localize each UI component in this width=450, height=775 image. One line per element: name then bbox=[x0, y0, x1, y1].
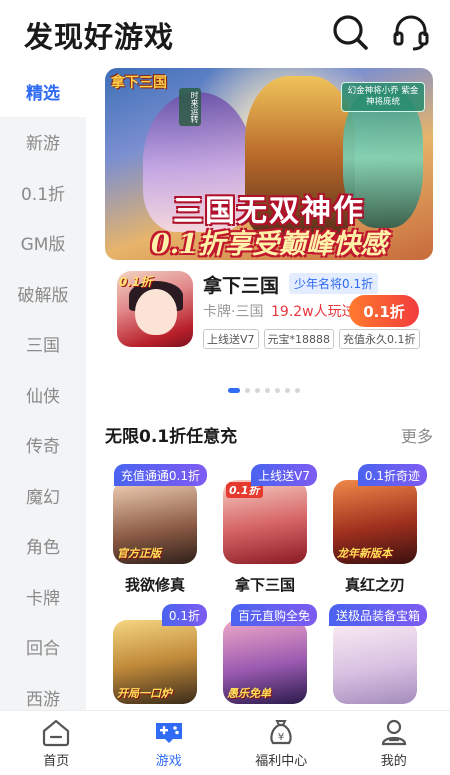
carousel-dot[interactable] bbox=[295, 388, 300, 393]
category-sidebar: 精选 新游 0.1折 GM版 破解版 三国 仙侠 传奇 魔幻 角色 卡牌 回合 … bbox=[0, 66, 86, 710]
sidebar-item-fantasy[interactable]: 魔幻 bbox=[0, 470, 86, 521]
featured-game-chips: 上线送V7 元宝*18888 充值永久0.1折 bbox=[203, 329, 420, 349]
icon-art-face bbox=[135, 289, 177, 335]
sidebar-item-card[interactable]: 卡牌 bbox=[0, 571, 86, 622]
nav-profile[interactable]: 我的 bbox=[338, 711, 450, 775]
game-cover: 开局一口炉 bbox=[113, 620, 197, 704]
banner-tag-left: 时来运转 bbox=[179, 88, 201, 126]
nav-home-label: 首页 bbox=[43, 754, 70, 769]
sidebar-item-journey-west[interactable]: 西游 bbox=[0, 672, 86, 710]
featured-game-genre: 卡牌·三国 bbox=[203, 304, 264, 320]
nav-welfare-label: 福利中心 bbox=[255, 754, 308, 769]
featured-discount-badge: 0.1折 bbox=[119, 275, 153, 289]
carousel-dot[interactable] bbox=[245, 388, 250, 393]
banner-tag-right: 幻金神将小乔 紫金神将庞统 bbox=[341, 82, 425, 112]
game-badge: 上线送V7 bbox=[251, 464, 317, 486]
header: 发现好游戏 bbox=[0, 0, 450, 66]
sidebar-item-gm[interactable]: GM版 bbox=[0, 218, 86, 269]
game-cover: 官方正版 bbox=[113, 480, 197, 564]
main-content: 拿下三国 时来运转 幻金神将小乔 紫金神将庞统 三国无双神作 0.1折享受巅峰快… bbox=[86, 66, 450, 710]
bottom-nav: 首页 游戏 ¥ 福利中心 我的 bbox=[0, 710, 450, 775]
sidebar-item-featured[interactable]: 精选 bbox=[0, 66, 86, 117]
game-name: 拿下三国 bbox=[234, 576, 295, 594]
cover-caption: 龙年新版本 bbox=[337, 547, 392, 560]
game-card[interactable]: 愚乐免单 百元直购全免 bbox=[213, 604, 317, 710]
carousel-dot[interactable] bbox=[265, 388, 270, 393]
game-cover: 愚乐免单 bbox=[223, 620, 307, 704]
featured-game-icon: 0.1折 bbox=[117, 271, 193, 347]
cover-caption: 官方正版 bbox=[117, 547, 161, 560]
section-more-link[interactable]: 更多 bbox=[401, 423, 433, 447]
carousel-dot[interactable] bbox=[275, 388, 280, 393]
carousel-dot[interactable] bbox=[255, 388, 260, 393]
sidebar-item-rpg[interactable]: 角色 bbox=[0, 521, 86, 572]
user-icon bbox=[381, 719, 406, 746]
sidebar-item-cracked[interactable]: 破解版 bbox=[0, 268, 86, 319]
featured-game-cta-button[interactable]: 0.1折 bbox=[349, 295, 419, 327]
featured-game[interactable]: 0.1折 拿下三国 少年名将0.1折 卡牌·三国 19.2w人玩过 0.1折 上… bbox=[117, 271, 435, 351]
featured-game-players: 19.2w人玩过 bbox=[271, 304, 356, 320]
page-title: 发现好游戏 bbox=[24, 20, 175, 54]
section-title: 无限0.1折任意充 bbox=[105, 427, 238, 447]
feature-chip: 充值永久0.1折 bbox=[339, 329, 420, 349]
nav-games-label: 游戏 bbox=[155, 754, 182, 769]
nav-games[interactable]: 游戏 bbox=[113, 711, 226, 775]
sidebar-item-xianxia[interactable]: 仙侠 bbox=[0, 369, 86, 420]
game-cover: 龙年新版本 bbox=[333, 480, 417, 564]
search-icon[interactable] bbox=[330, 12, 370, 52]
nav-profile-label: 我的 bbox=[380, 754, 407, 769]
sidebar-item-turn-based[interactable]: 回合 bbox=[0, 622, 86, 673]
feature-chip: 元宝*18888 bbox=[263, 329, 335, 349]
game-name: 真红之刃 bbox=[344, 576, 405, 594]
game-badge: 百元直购全免 bbox=[230, 604, 317, 626]
carousel-dot[interactable] bbox=[285, 388, 290, 393]
headset-icon[interactable] bbox=[391, 12, 431, 52]
game-card[interactable]: 龙年新版本 0.1折奇迹 真红之刃 bbox=[323, 464, 427, 604]
game-card[interactable]: 0.1折 上线送V7 拿下三国 bbox=[213, 464, 317, 604]
game-name: 我欲修真 bbox=[124, 576, 185, 594]
nav-welfare[interactable]: ¥ 福利中心 bbox=[225, 711, 338, 775]
sidebar-item-legend[interactable]: 传奇 bbox=[0, 420, 86, 471]
svg-text:¥: ¥ bbox=[278, 732, 284, 743]
sidebar-item-discount[interactable]: 0.1折 bbox=[0, 167, 86, 218]
featured-game-name: 拿下三国 bbox=[203, 275, 280, 297]
banner-game-logo: 拿下三国 bbox=[111, 75, 167, 91]
game-card[interactable]: 送极品装备宝箱 bbox=[323, 604, 427, 710]
game-badge: 送极品装备宝箱 bbox=[328, 604, 427, 626]
carousel-dot-active[interactable] bbox=[228, 388, 240, 393]
feature-chip: 上线送V7 bbox=[203, 329, 259, 349]
game-cover: 0.1折 bbox=[223, 480, 307, 564]
sidebar-item-three-kingdoms[interactable]: 三国 bbox=[0, 319, 86, 370]
sidebar-item-new[interactable]: 新游 bbox=[0, 117, 86, 168]
promo-banner[interactable]: 拿下三国 时来运转 幻金神将小乔 紫金神将庞统 三国无双神作 0.1折享受巅峰快… bbox=[105, 68, 433, 260]
app-screen: 发现好游戏 精选 新游 0.1折 GM版 破解版 三国 仙侠 传奇 魔幻 角色 … bbox=[0, 0, 450, 775]
cover-caption: 开局一口炉 bbox=[117, 687, 172, 700]
banner-subline: 0.1折享受巅峰快感 bbox=[151, 229, 387, 260]
nav-home[interactable]: 首页 bbox=[0, 711, 113, 775]
game-badge: 0.1折奇迹 bbox=[357, 464, 427, 486]
gamepad-icon bbox=[155, 723, 182, 743]
carousel-indicator[interactable] bbox=[228, 388, 300, 393]
home-icon bbox=[43, 719, 70, 747]
game-badge: 充值通通0.1折 bbox=[113, 464, 207, 486]
featured-game-tag: 少年名将0.1折 bbox=[289, 273, 379, 294]
cover-caption: 愚乐免单 bbox=[227, 687, 271, 700]
game-card[interactable]: 官方正版 充值通通0.1折 我欲修真 bbox=[103, 464, 207, 604]
game-badge: 0.1折 bbox=[161, 604, 207, 626]
game-cover bbox=[333, 620, 417, 704]
moneybag-icon: ¥ bbox=[270, 720, 292, 745]
game-card[interactable]: 开局一口炉 0.1折 bbox=[103, 604, 207, 710]
